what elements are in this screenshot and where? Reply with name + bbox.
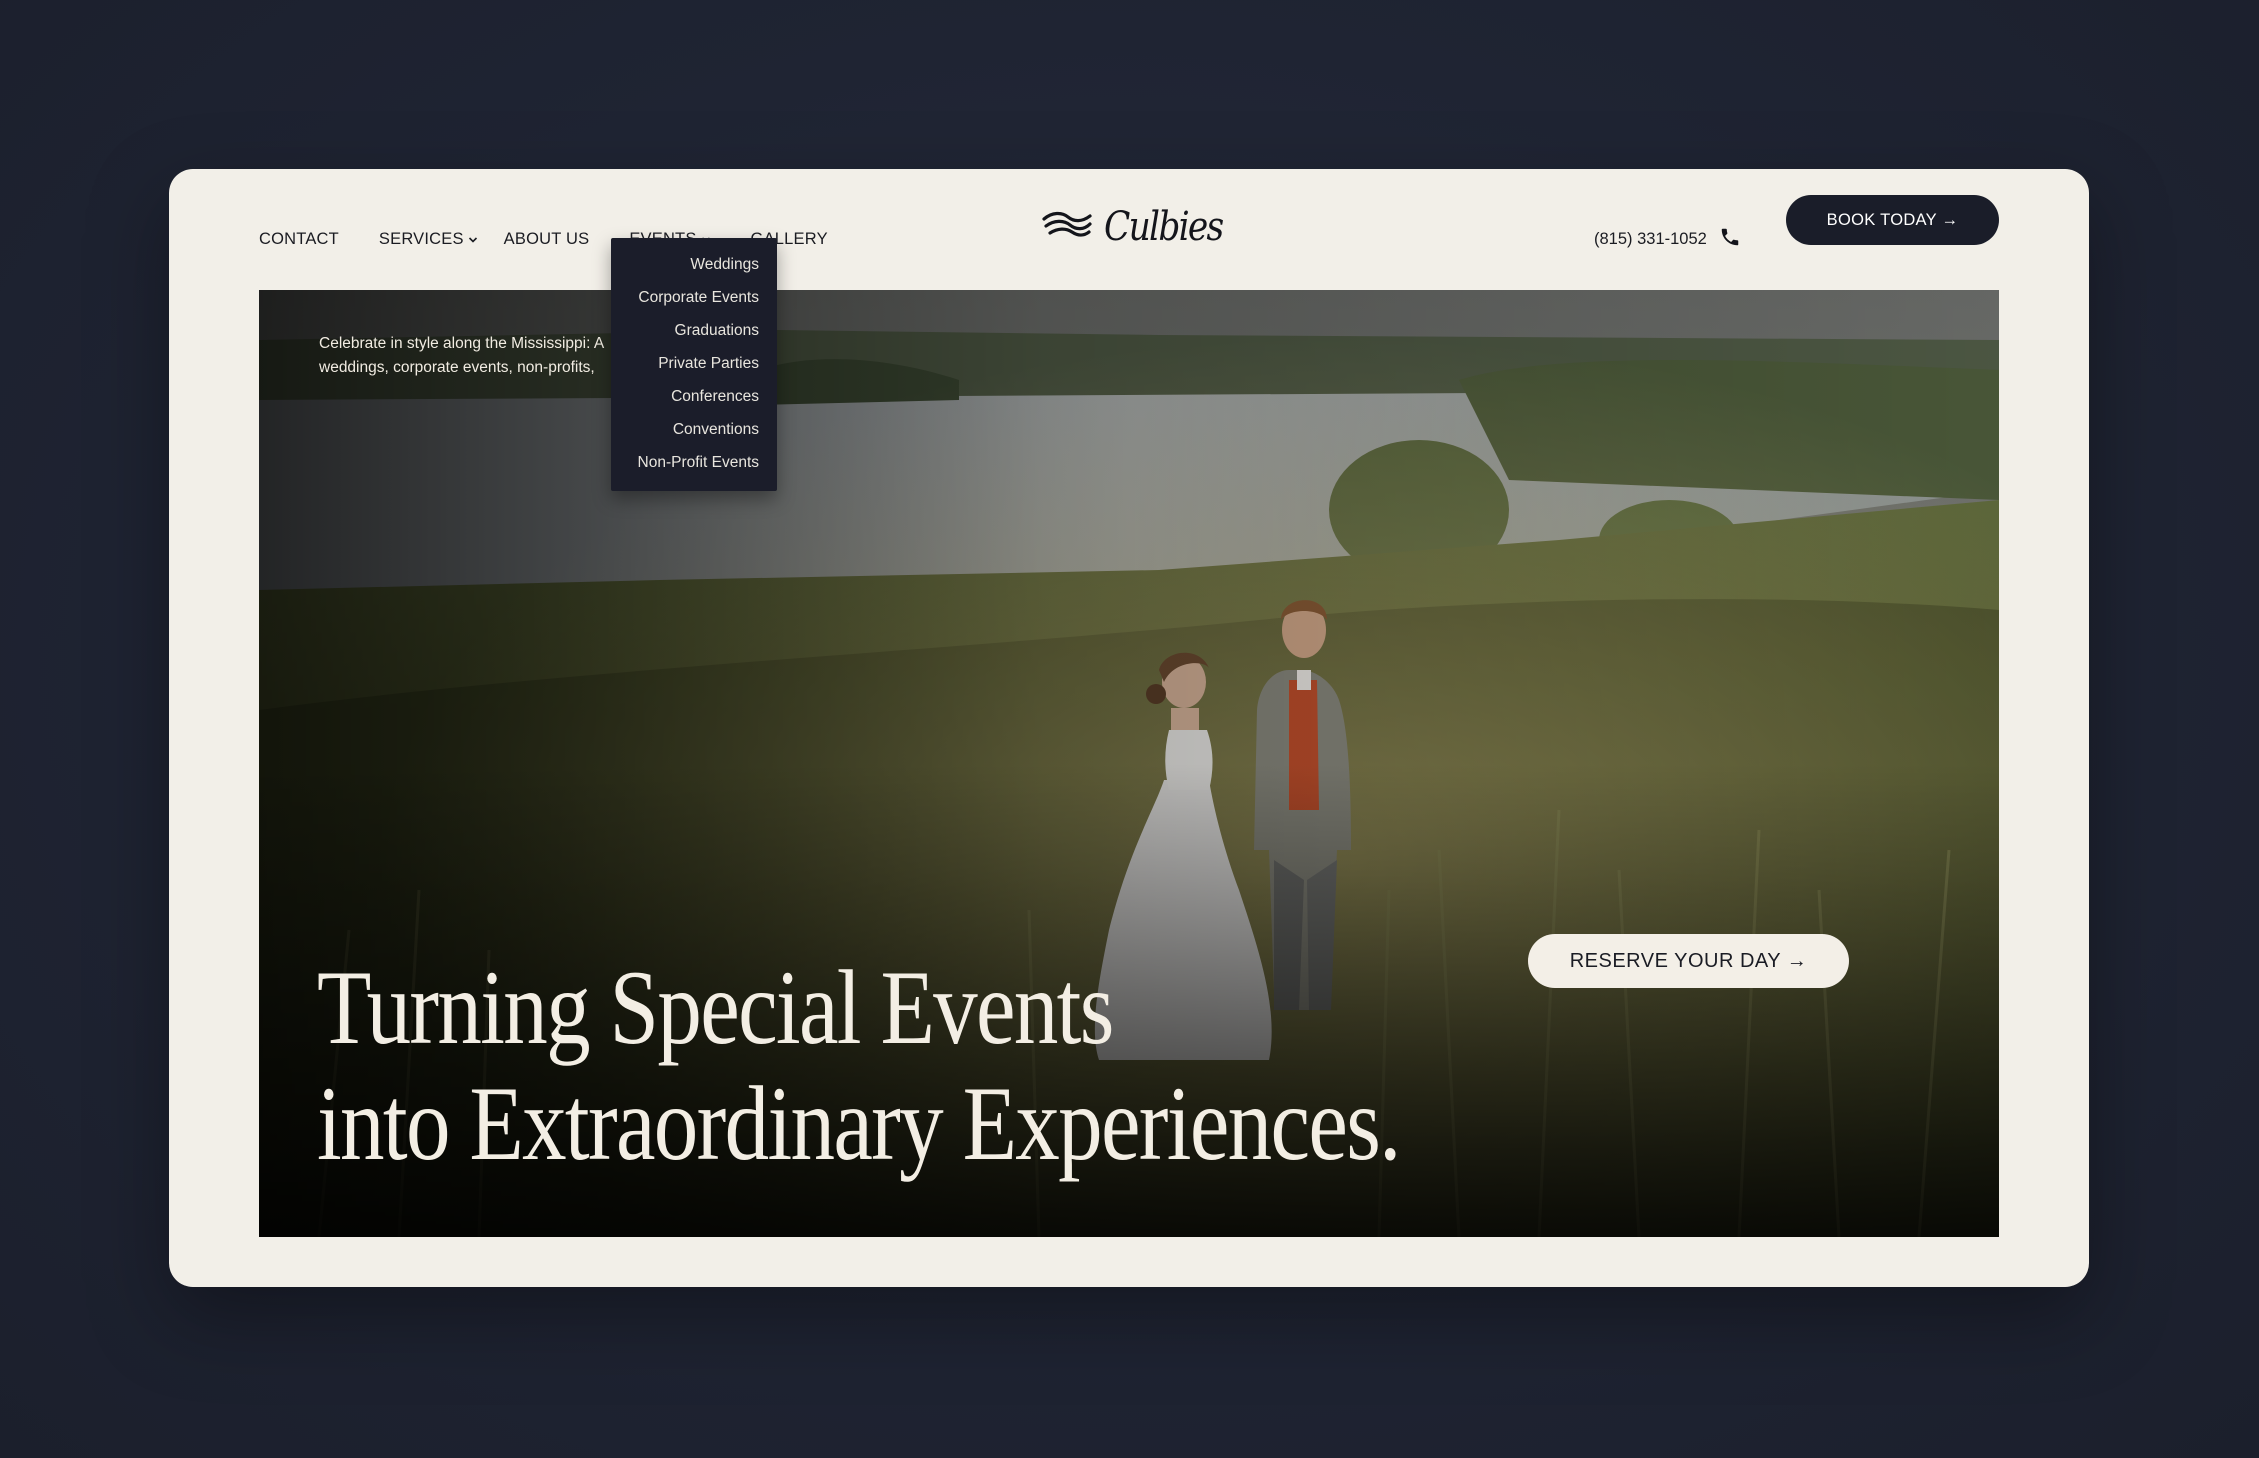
hero-section: Celebrate in style along the Mississippi… (259, 290, 1999, 1237)
hero-headline-line-1: Turning Special Events (317, 949, 1114, 1066)
nav-contact-label: CONTACT (259, 229, 339, 248)
dropdown-item-private-parties[interactable]: Private Parties (611, 347, 777, 380)
dropdown-item-non-profit-events[interactable]: Non-Profit Events (611, 446, 777, 479)
phone-contact[interactable]: (815) 331-1052 (1594, 219, 1741, 259)
dropdown-item-corporate-events[interactable]: Corporate Events (611, 281, 777, 314)
phone-icon (1719, 226, 1741, 253)
book-today-button[interactable]: BOOK TODAY → (1786, 195, 1999, 245)
reserve-your-day-button[interactable]: RESERVE YOUR DAY → (1528, 934, 1849, 988)
nav-contact[interactable]: CONTACT (259, 230, 339, 249)
brand-logo[interactable]: Culbies (1042, 197, 1224, 257)
chevron-down-icon (468, 230, 478, 249)
nav-about-us-label: ABOUT US (503, 229, 590, 248)
nav-about-us[interactable]: ABOUT US (504, 230, 590, 249)
logo-wordmark: Culbies (1104, 204, 1224, 250)
events-dropdown-menu: Weddings Corporate Events Graduations Pr… (611, 238, 777, 491)
hero-headline: Turning Special Events into Extraordinar… (317, 949, 1401, 1182)
nav-services[interactable]: SERVICES (379, 230, 478, 249)
dropdown-item-conventions[interactable]: Conventions (611, 413, 777, 446)
dropdown-item-conferences[interactable]: Conferences (611, 380, 777, 413)
dropdown-item-weddings[interactable]: Weddings (611, 248, 777, 281)
phone-number: (815) 331-1052 (1594, 229, 1707, 248)
dropdown-item-graduations[interactable]: Graduations (611, 314, 777, 347)
site-preview-card: CONTACT SERVICES ABOUT US EVENTS GALLERY (169, 169, 2089, 1287)
nav-services-label: SERVICES (378, 229, 464, 248)
hero-headline-line-2: into Extraordinary Experiences. (317, 1065, 1401, 1182)
wave-mark-icon (1042, 210, 1092, 245)
